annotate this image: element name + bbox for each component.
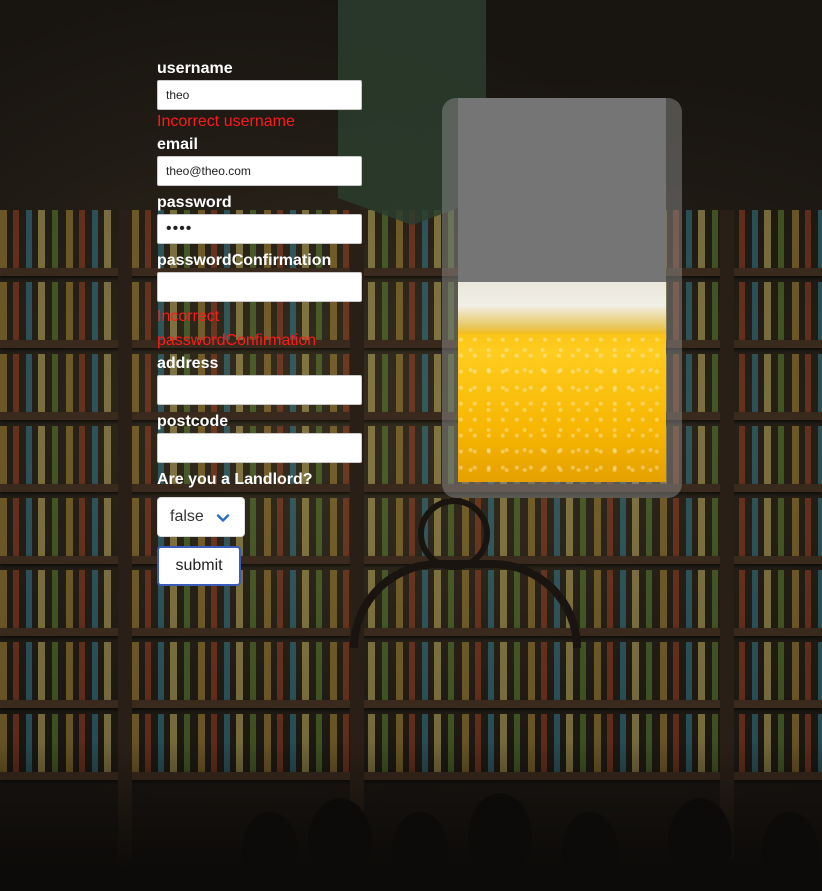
address-input[interactable] <box>157 375 362 405</box>
beer-foam <box>458 282 666 335</box>
address-label: address <box>157 355 219 372</box>
beer-fill <box>458 282 666 482</box>
chevron-down-icon <box>216 514 230 522</box>
postcode-label: postcode <box>157 413 229 430</box>
landlord-label: Are you a Landlord? <box>157 471 313 488</box>
password-confirmation-error-line-1: Incorrect <box>157 308 220 325</box>
landlord-select-value: false <box>170 508 204 525</box>
postcode-input[interactable] <box>157 433 362 463</box>
crowd-silhouettes <box>0 741 822 891</box>
password-confirmation-label: passwordConfirmation <box>157 252 332 269</box>
username-error: Incorrect username <box>157 113 295 130</box>
register-form: username Incorrect username email passwo… <box>157 58 362 586</box>
username-input[interactable] <box>157 80 362 110</box>
landlord-select[interactable]: false <box>157 497 245 537</box>
email-input[interactable] <box>157 156 362 186</box>
beer-glass <box>442 98 682 498</box>
password-confirmation-input[interactable] <box>157 272 362 302</box>
username-label: username <box>157 60 233 77</box>
beer-glass-inner <box>458 98 666 482</box>
bar-background-image <box>0 0 822 891</box>
password-input[interactable] <box>157 214 362 244</box>
email-label: email <box>157 136 198 153</box>
password-confirmation-error-line-2: passwordConfirmation <box>157 332 317 349</box>
password-label: password <box>157 194 232 211</box>
submit-button[interactable]: submit <box>157 546 241 586</box>
